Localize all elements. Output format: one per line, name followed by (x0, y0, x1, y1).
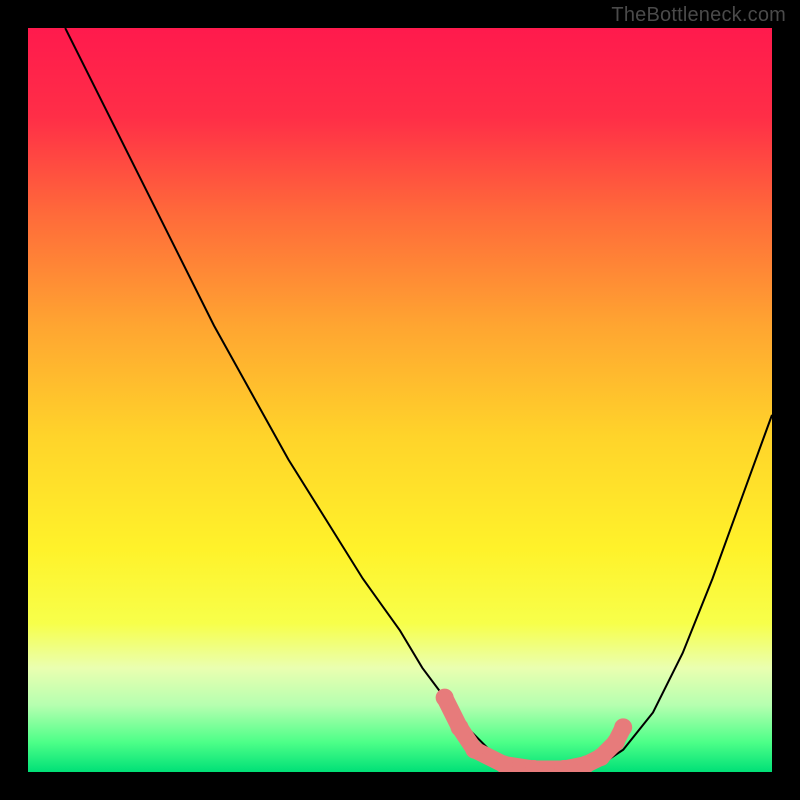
optimal-zone-dot (592, 748, 610, 766)
gradient-background (28, 28, 772, 772)
bottleneck-chart (28, 28, 772, 772)
optimal-zone-dot (451, 718, 469, 736)
chart-canvas (28, 28, 772, 772)
optimal-zone-dot (614, 718, 632, 736)
watermark-text: TheBottleneck.com (611, 4, 786, 27)
optimal-zone-dot (436, 689, 454, 707)
optimal-zone-dot (465, 741, 483, 759)
